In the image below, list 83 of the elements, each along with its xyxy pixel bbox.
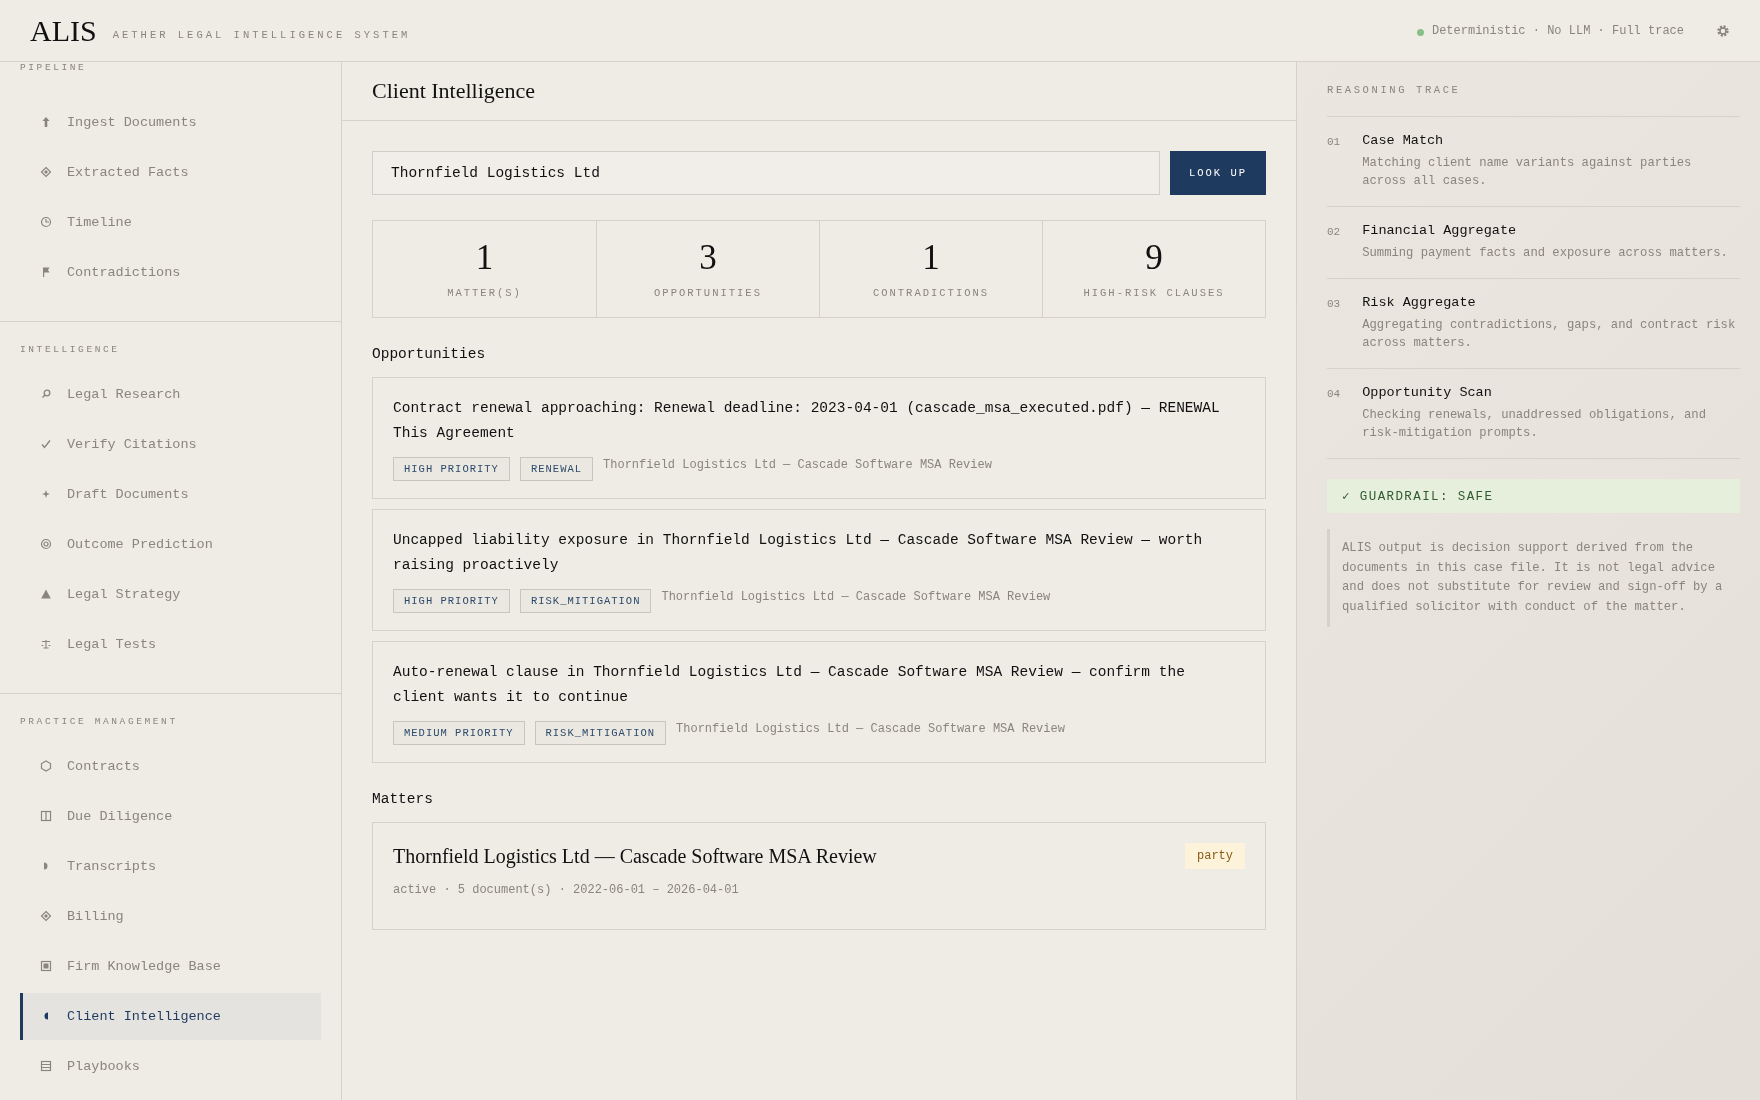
disclaimer-text: ALIS output is decision support derived from the documents in this case file. It is not legal advice and does not substitute for review and sign-off by a qualified solicitor with conduct of the matter. [1327,529,1740,627]
section-label: PIPELINE [20,62,88,73]
nav-item[interactable]: Outcome Prediction [20,519,321,569]
diamond-icon [40,910,52,922]
flag-icon [40,266,52,278]
nav-item[interactable]: Timeline [20,197,321,247]
nav-item[interactable]: Ingest Documents [20,97,321,147]
client-search-field[interactable]: Thornfield Logistics Ltd [372,151,1160,195]
nav-item[interactable]: Due Diligence [20,791,321,841]
priority-tag: RISK_MITIGATION [534,721,667,745]
step-number: 04 [1327,388,1341,402]
priority-tag: HIGH PRIORITY [393,457,510,481]
settings-icon[interactable] [1716,23,1730,38]
status-text: Deterministic · No LLM · Full trace [1431,23,1684,38]
step-description: Summing payment facts and exposure across matters. [1362,245,1728,262]
diamond-icon [40,166,52,178]
scales-icon [40,638,52,650]
step-title: Financial Aggregate [1362,223,1518,238]
square-icon [40,960,52,972]
opportunity-text: Contract renewal approaching: Renewal deadline: 2023-04-01 (cascade_msa_executed.pdf) — RENEWAL This Agreement [393,399,1221,443]
status-dot [1416,28,1424,36]
nav-item[interactable]: Legal Tests [20,619,321,669]
target-icon [40,538,52,550]
source-text: Thornfield Logistics Ltd — Cascade Software MSA Review [676,722,1065,736]
opportunity-text: Uncapped liability exposure in Thornfield Logistics Ltd — Cascade Software MSA Review — worth raising proactively [393,531,1204,575]
step-number: 01 [1327,136,1341,150]
nav-item[interactable]: Contradictions [20,247,321,297]
section-heading: Opportunities [372,346,487,362]
nav-item[interactable]: Billing [20,891,321,941]
clock-icon [40,216,52,228]
source-text: Thornfield Logistics Ltd — Cascade Software MSA Review [661,590,1051,604]
step-title: Opportunity Scan [1362,385,1493,400]
triangle-icon [40,588,52,600]
matter-title: Thornfield Logistics Ltd — Cascade Software MSA Review [393,844,877,868]
matter-meta: active · 5 document(s) · 2022-06-01 – 2026-04-01 [393,883,740,897]
panel-title: REASONING TRACE [1327,84,1740,117]
look-up-button[interactable]: LOOK UP [1170,151,1266,195]
section-label: INTELLIGENCE [20,344,121,355]
section-heading: Matters [372,791,434,807]
app-subtitle: AETHER LEGAL INTELLIGENCE SYSTEM [112,28,411,41]
stat-label: HIGH-RISK CLAUSES [1083,286,1225,299]
lined-square-icon [40,1060,52,1072]
matter-card[interactable]: Thornfield Logistics Ltd — Cascade Software MSA Review party active · 5 document(s) · 2022-06-01 – 2026-04-01 [372,822,1266,930]
priority-tag: HIGH PRIORITY [393,589,510,613]
stat-value: 9 [1145,239,1163,275]
up-arrow-icon [40,116,52,128]
stat-label: CONTRADICTIONS [872,286,990,299]
nav-item[interactable]: Playbooks [20,1041,321,1091]
stat-value: 1 [922,239,940,275]
role-badge: party [1185,843,1245,869]
page-title: Client Intelligence [372,78,536,104]
guardrail-banner: ✓ GUARDRAIL: SAFE [1327,479,1740,513]
nav-item[interactable]: Extracted Facts [20,147,321,197]
search-icon [40,388,52,400]
stat-label: MATTER(S) [447,286,522,299]
source-text: Thornfield Logistics Ltd — Cascade Software MSA Review [603,458,992,472]
nav-item[interactable]: Firm Knowledge Base [20,941,321,991]
nav-item[interactable]: Legal Strategy [20,569,321,619]
step-description: Aggregating contradictions, gaps, and contract risk across matters. [1362,317,1737,352]
priority-tag: RENEWAL [519,457,594,481]
step-number: 03 [1327,298,1341,312]
app-logo: ALIS [30,13,97,48]
step-description: Checking renewals, unaddressed obligations, and risk-mitigation prompts. [1362,407,1707,442]
check-icon [40,438,52,450]
priority-tag: RISK_MITIGATION [519,589,652,613]
section-label: PRACTICE MANAGEMENT [20,716,179,727]
nav-item[interactable]: Draft Documents [20,469,321,519]
nav-item[interactable]: Transcripts [20,841,321,891]
step-title: Risk Aggregate [1362,295,1477,310]
nav-item[interactable]: Legal Research [20,369,321,419]
step-title: Case Match [1362,133,1445,148]
stat-label: OPPORTUNITIES [654,286,762,299]
priority-tag: MEDIUM PRIORITY [393,721,525,745]
step-description: Matching client name variants against parties across all cases. [1362,155,1693,190]
nav-item[interactable]: Contracts [20,741,321,791]
step-number: 02 [1327,226,1341,240]
split-square-icon [40,810,52,822]
nav-item[interactable]: Verify Citations [20,419,321,469]
opportunity-text: Auto-renewal clause in Thornfield Logistics Ltd — Cascade Software MSA Review — confirm the client wants it to continue [393,663,1186,707]
stat-value: 1 [475,239,494,275]
stat-value: 3 [699,239,717,275]
nav-item[interactable]: Client Intelligence [20,992,321,1040]
hexagon-icon [40,760,52,772]
